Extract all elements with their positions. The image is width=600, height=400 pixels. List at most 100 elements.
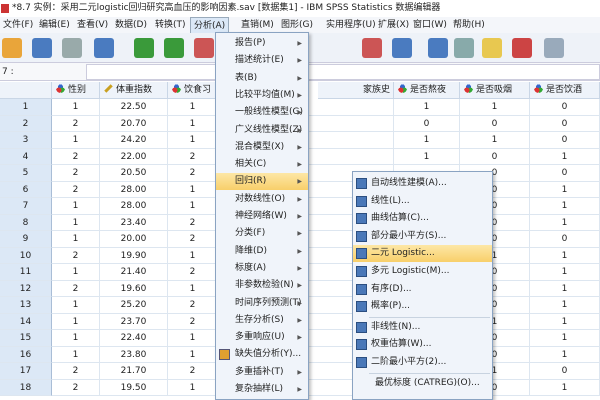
column-header[interactable]: 是否饮酒 bbox=[530, 82, 600, 99]
analyze-menu-item[interactable]: 相关(C) ▶ bbox=[216, 156, 308, 173]
row-number[interactable]: 13 bbox=[0, 297, 52, 314]
analyze-menu-item[interactable]: 对数线性(O) ▶ bbox=[216, 191, 308, 208]
menu-4[interactable]: 转换(T) bbox=[152, 17, 189, 33]
table-cell[interactable]: 19.60 bbox=[100, 280, 168, 297]
analyze-menu-item[interactable]: 标度(A) ▶ bbox=[216, 260, 308, 277]
column-header[interactable]: 家族史 bbox=[318, 82, 394, 99]
table-cell[interactable]: 1 bbox=[530, 330, 600, 347]
analyze-menu-item[interactable]: 回归(R) ▶ bbox=[216, 173, 308, 191]
goto-case-icon[interactable] bbox=[194, 38, 214, 58]
table-cell[interactable]: 23.40 bbox=[100, 214, 168, 231]
analyze-menu-item[interactable]: 表(B) ▶ bbox=[216, 70, 308, 87]
table-cell[interactable]: 2 bbox=[52, 247, 100, 264]
table-cell[interactable]: 1 bbox=[52, 231, 100, 248]
table-cell[interactable]: 22.40 bbox=[100, 330, 168, 347]
regression-menu-item[interactable]: 部分最小平方(S)... bbox=[353, 228, 492, 245]
row-number[interactable]: 6 bbox=[0, 181, 52, 198]
table-cell[interactable]: 1 bbox=[530, 280, 600, 297]
table-cell[interactable]: 1 bbox=[168, 330, 218, 347]
analyze-menu-item[interactable]: 生存分析(S) ▶ bbox=[216, 312, 308, 329]
regression-menu-item[interactable]: 二阶最小平方(2)... bbox=[353, 354, 492, 371]
table-cell[interactable]: 1 bbox=[168, 99, 218, 116]
menu-3[interactable]: 数据(D) bbox=[112, 17, 150, 33]
row-number[interactable]: 9 bbox=[0, 231, 52, 248]
table-cell[interactable]: 1 bbox=[52, 132, 100, 149]
row-number[interactable]: 1 bbox=[0, 99, 52, 116]
table-cell[interactable]: 1 bbox=[168, 181, 218, 198]
insert-variable-icon[interactable] bbox=[392, 38, 412, 58]
analyze-menu-item[interactable]: 复杂抽样(L) ▶ bbox=[216, 381, 308, 398]
table-cell[interactable]: 23.80 bbox=[100, 346, 168, 363]
row-number[interactable]: 12 bbox=[0, 280, 52, 297]
table-cell[interactable]: 1 bbox=[52, 346, 100, 363]
regression-menu-item[interactable]: 最优标度 (CATREG)(O)... bbox=[353, 375, 492, 392]
menu-1[interactable]: 编辑(E) bbox=[36, 17, 73, 33]
row-number[interactable]: 11 bbox=[0, 264, 52, 281]
table-cell[interactable]: 1 bbox=[460, 99, 530, 116]
analyze-menu-item[interactable]: 时间序列预测(T) ▶ bbox=[216, 295, 308, 312]
analyze-menu-item[interactable]: 报告(P) ▶ bbox=[216, 35, 308, 52]
menu-10[interactable]: 窗口(W) bbox=[410, 17, 450, 33]
regression-menu-item[interactable]: 线性(L)... bbox=[353, 193, 492, 210]
table-cell[interactable]: 1 bbox=[168, 346, 218, 363]
value-labels-icon[interactable] bbox=[512, 38, 532, 58]
column-header[interactable]: 性别 bbox=[52, 82, 100, 99]
analyze-menu-item[interactable]: 分类(F) ▶ bbox=[216, 225, 308, 242]
table-cell[interactable]: 1 bbox=[394, 148, 460, 165]
select-cases-icon[interactable] bbox=[482, 38, 502, 58]
table-cell[interactable]: 20.00 bbox=[100, 231, 168, 248]
table-cell[interactable] bbox=[308, 148, 394, 165]
regression-menu-item[interactable]: 自动线性建模(A)... bbox=[353, 175, 492, 192]
row-number[interactable]: 5 bbox=[0, 165, 52, 182]
menu-11[interactable]: 帮助(H) bbox=[450, 17, 488, 33]
save-icon[interactable] bbox=[32, 38, 52, 58]
table-cell[interactable]: 0 bbox=[460, 115, 530, 132]
row-number[interactable]: 16 bbox=[0, 346, 52, 363]
table-cell[interactable]: 20.70 bbox=[100, 115, 168, 132]
table-cell[interactable]: 1 bbox=[530, 313, 600, 330]
row-number[interactable]: 2 bbox=[0, 115, 52, 132]
table-cell[interactable]: 1 bbox=[530, 181, 600, 198]
analyze-menu-item[interactable]: 非参数检验(N) ▶ bbox=[216, 277, 308, 294]
table-cell[interactable]: 1 bbox=[394, 99, 460, 116]
analyze-menu-item[interactable]: 多重插补(T) ▶ bbox=[216, 364, 308, 381]
menu-2[interactable]: 查看(V) bbox=[74, 17, 111, 33]
menu-6[interactable]: 直销(M) bbox=[238, 17, 277, 33]
table-cell[interactable]: 1 bbox=[52, 330, 100, 347]
regression-menu-item[interactable]: 二元 Logistic... bbox=[353, 245, 492, 263]
menu-9[interactable]: 扩展(X) bbox=[375, 17, 412, 33]
regression-menu-item[interactable]: 多元 Logistic(M)... bbox=[353, 263, 492, 280]
table-cell[interactable]: 1 bbox=[460, 132, 530, 149]
row-number[interactable]: 10 bbox=[0, 247, 52, 264]
regression-menu-item[interactable]: 概率(P)... bbox=[353, 298, 492, 315]
table-cell[interactable]: 1 bbox=[168, 132, 218, 149]
regression-menu-item[interactable]: 有序(D)... bbox=[353, 281, 492, 298]
table-cell[interactable]: 1 bbox=[530, 297, 600, 314]
analyze-menu-item[interactable]: 多重响应(U) ▶ bbox=[216, 329, 308, 346]
table-cell[interactable]: 0 bbox=[530, 231, 600, 248]
table-cell[interactable]: 0 bbox=[460, 148, 530, 165]
row-number[interactable]: 17 bbox=[0, 363, 52, 380]
table-cell[interactable]: 1 bbox=[168, 198, 218, 215]
open-icon[interactable] bbox=[2, 38, 22, 58]
table-cell[interactable]: 0 bbox=[394, 115, 460, 132]
table-cell[interactable]: 2 bbox=[52, 165, 100, 182]
column-header[interactable]: 体重指数 bbox=[100, 82, 168, 99]
menu-8[interactable]: 实用程序(U) bbox=[323, 17, 379, 33]
row-number[interactable]: 3 bbox=[0, 132, 52, 149]
table-cell[interactable]: 28.00 bbox=[100, 181, 168, 198]
menu-5[interactable]: 分析(A) bbox=[190, 17, 230, 33]
table-cell[interactable]: 2 bbox=[52, 363, 100, 380]
table-cell[interactable]: 28.00 bbox=[100, 198, 168, 215]
table-cell[interactable]: 1 bbox=[52, 214, 100, 231]
table-cell[interactable] bbox=[308, 99, 394, 116]
analyze-menu-item[interactable]: 描述统计(E) ▶ bbox=[216, 52, 308, 69]
column-header[interactable]: 是否熬夜 bbox=[394, 82, 460, 99]
table-cell[interactable]: 1 bbox=[52, 264, 100, 281]
analyze-menu-item[interactable]: 缺失值分析(Y)... bbox=[216, 346, 308, 363]
menu-0[interactable]: 文件(F) bbox=[0, 17, 36, 33]
analyze-menu-item[interactable]: 降维(D) ▶ bbox=[216, 243, 308, 260]
table-cell[interactable]: 2 bbox=[168, 214, 218, 231]
table-cell[interactable]: 2 bbox=[52, 181, 100, 198]
table-cell[interactable]: 1 bbox=[168, 247, 218, 264]
